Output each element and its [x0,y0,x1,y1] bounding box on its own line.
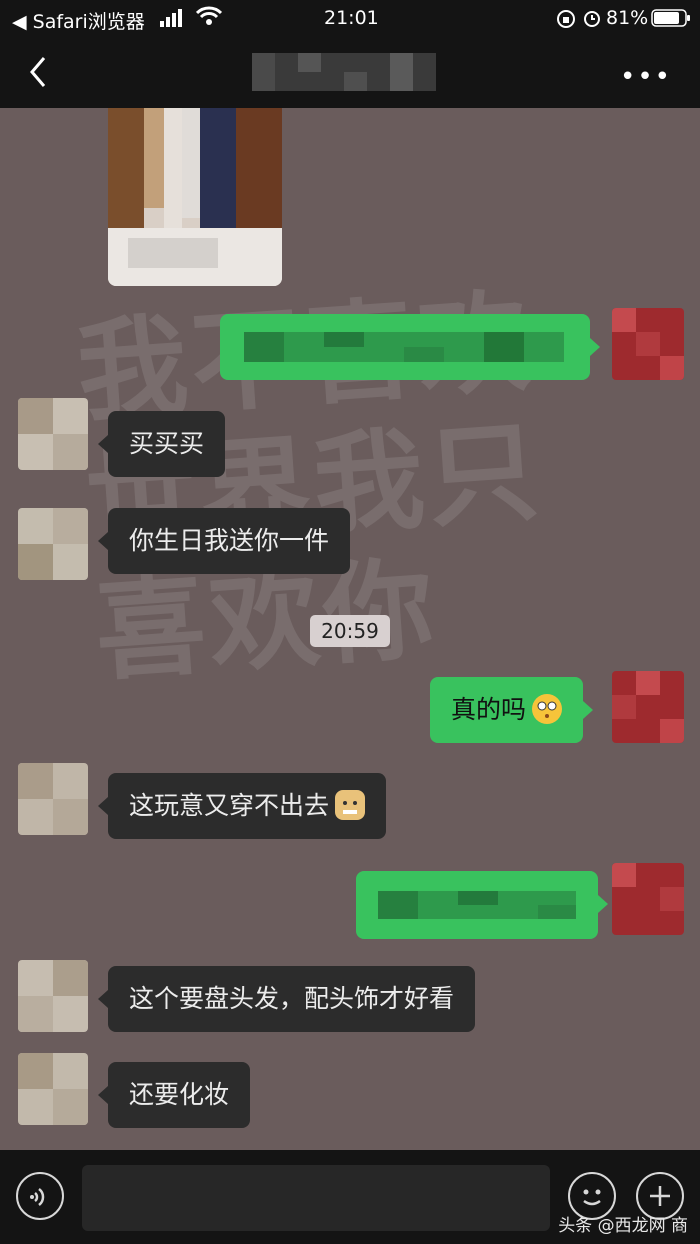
incoming-message[interactable]: 买买买 [97,411,226,477]
my-avatar[interactable] [612,671,684,743]
outgoing-message-blurred[interactable] [356,871,608,939]
contact-avatar[interactable] [18,398,88,470]
outgoing-message-text: 真的吗 [451,695,527,724]
incoming-message[interactable]: 这玩意又穿不出去 [97,773,387,839]
back-to-app-label[interactable]: ◀ Safari浏览器 [12,7,145,34]
status-bar: ◀ Safari浏览器 21:01 81% [0,0,700,36]
doge-emoji-icon [335,790,366,820]
voice-icon[interactable] [16,1172,64,1220]
contact-avatar[interactable] [18,1053,88,1125]
alarm-icon [582,8,602,33]
incoming-message[interactable]: 你生日我送你一件 [97,508,351,574]
outgoing-message-blurred[interactable] [220,314,600,380]
contact-avatar[interactable] [18,960,88,1032]
incoming-message[interactable]: 还要化妆 [97,1062,251,1128]
outgoing-message[interactable]: 真的吗 [430,677,594,743]
incoming-message-text: 这玩意又穿不出去 [129,791,330,820]
contact-avatar[interactable] [18,508,88,580]
shared-image-blurred[interactable] [108,108,282,286]
contact-avatar[interactable] [18,763,88,835]
message-input[interactable] [82,1165,550,1231]
more-icon[interactable]: ••• [620,62,672,92]
signal-icon [160,9,190,32]
clock-time: 21:01 [324,7,379,29]
incoming-message[interactable]: 这个要盘头发，配头饰才好看 [97,966,476,1032]
my-avatar[interactable] [612,863,684,935]
contact-name-blurred [252,53,436,91]
my-avatar[interactable] [612,308,684,380]
chevron-left-icon[interactable] [24,54,54,90]
message-timestamp: 20:59 [310,615,390,647]
input-bar: 头条 @西龙网 商 [0,1150,700,1244]
corner-watermark: 头条 @西龙网 商 [558,1216,688,1236]
flushed-face-emoji-icon [532,694,563,724]
battery-percent: 81% [606,7,649,29]
battery-icon [651,9,691,32]
chat-header: ••• [0,36,700,108]
chat-area[interactable]: 我不喜欢世界我只喜欢你 买买买 你生日我送你一件 20:59 真的吗 这玩意又穿… [0,108,700,1150]
rotation-lock-icon [556,9,576,34]
wifi-icon [195,6,223,31]
